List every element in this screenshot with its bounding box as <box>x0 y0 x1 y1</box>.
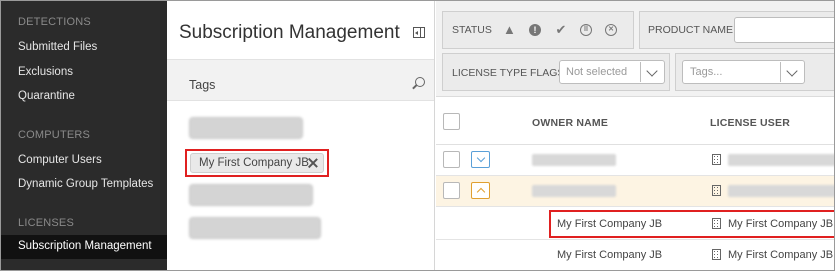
table-row[interactable] <box>436 176 834 207</box>
product-name-label: PRODUCT NAME <box>648 24 733 36</box>
sidebar-section-detections: DETECTIONS <box>18 16 91 28</box>
building-icon <box>712 249 721 260</box>
column-header-owner-name[interactable]: OWNER NAME <box>532 117 608 129</box>
sidebar: DETECTIONS Submitted Files Exclusions Qu… <box>1 1 167 270</box>
tag-chip[interactable] <box>189 217 321 239</box>
expand-row-button[interactable] <box>471 151 490 168</box>
subscriptions-grid: STATUS ▲ ! ✔ ll ✕ PRODUCT NAME LICENSE T… <box>436 1 834 270</box>
license-type-flags-value: Not selected <box>566 66 628 78</box>
tags-filter: Tags... <box>675 53 834 91</box>
sidebar-item-submitted-files[interactable]: Submitted Files <box>18 41 97 53</box>
selected-tag-chip[interactable]: My First Company JB <box>190 153 324 173</box>
sidebar-item-exclusions[interactable]: Exclusions <box>18 66 73 78</box>
license-user-cell: My First Company JB <box>728 249 834 261</box>
tag-chip[interactable] <box>189 117 303 139</box>
column-header-license-user[interactable]: LICENSE USER <box>710 117 790 129</box>
filter-bar: STATUS ▲ ! ✔ ll ✕ PRODUCT NAME LICENSE T… <box>436 1 834 97</box>
highlighted-row-outline <box>549 210 834 238</box>
select-all-checkbox[interactable] <box>443 113 460 130</box>
selected-tag-label: My First Company JB <box>199 157 309 169</box>
building-icon <box>712 154 721 165</box>
owner-name-redacted <box>532 154 616 166</box>
product-name-filter: PRODUCT NAME <box>639 11 834 49</box>
tags-filter-placeholder: Tags... <box>690 66 723 78</box>
chevron-down-icon[interactable] <box>640 62 664 82</box>
owner-name-redacted <box>532 185 616 197</box>
license-type-flags-filter: LICENSE TYPE FLAGS Not selected <box>442 53 670 91</box>
license-type-flags-select[interactable]: Not selected <box>559 60 665 84</box>
owner-name-cell: My First Company JB <box>557 249 663 261</box>
product-name-input[interactable] <box>734 17 834 43</box>
pause-circle-icon[interactable]: ll <box>580 24 592 36</box>
sidebar-item-label: Subscription Management <box>18 240 152 252</box>
app-window: DETECTIONS Submitted Files Exclusions Qu… <box>0 0 835 271</box>
license-user-redacted <box>728 185 834 197</box>
tags-filter-select[interactable]: Tags... <box>682 60 805 84</box>
row-checkbox[interactable] <box>443 151 460 168</box>
sidebar-item-subscription-management[interactable]: Subscription Management <box>1 235 167 259</box>
alert-circle-icon[interactable]: ! <box>529 24 541 36</box>
tags-header: Tags <box>167 59 434 101</box>
tags-label: Tags <box>189 78 216 92</box>
chevron-down-icon[interactable] <box>780 62 804 82</box>
collapse-panel-icon[interactable] <box>413 27 425 38</box>
sidebar-item-computer-users[interactable]: Computer Users <box>18 154 102 166</box>
close-icon[interactable] <box>307 157 319 169</box>
table-row[interactable]: My First Company JB My First Company JB <box>436 240 834 270</box>
collapse-row-button[interactable] <box>471 182 490 199</box>
building-icon <box>712 185 721 196</box>
sidebar-item-quarantine[interactable]: Quarantine <box>18 90 75 102</box>
status-filter-label: STATUS <box>452 24 492 36</box>
page-title: Subscription Management <box>179 22 400 43</box>
selected-tag-highlight: My First Company JB <box>185 149 329 177</box>
tag-chip[interactable] <box>189 184 313 206</box>
tags-panel: Subscription Management Tags My First Co… <box>167 1 435 270</box>
cancel-circle-icon[interactable]: ✕ <box>605 24 617 36</box>
table-row[interactable] <box>436 145 834 176</box>
sidebar-section-licenses: LICENSES <box>18 217 75 229</box>
checkmark-icon[interactable]: ✔ <box>555 23 567 36</box>
sidebar-section-computers: COMPUTERS <box>18 129 91 141</box>
search-icon[interactable] <box>415 77 425 87</box>
warning-icon[interactable]: ▲ <box>503 23 516 36</box>
license-type-flags-label: LICENSE TYPE FLAGS <box>452 67 565 79</box>
sidebar-item-dynamic-group-templates[interactable]: Dynamic Group Templates <box>18 178 153 190</box>
status-filter: STATUS ▲ ! ✔ ll ✕ <box>442 11 634 49</box>
row-checkbox[interactable] <box>443 182 460 199</box>
license-user-redacted <box>728 154 834 166</box>
